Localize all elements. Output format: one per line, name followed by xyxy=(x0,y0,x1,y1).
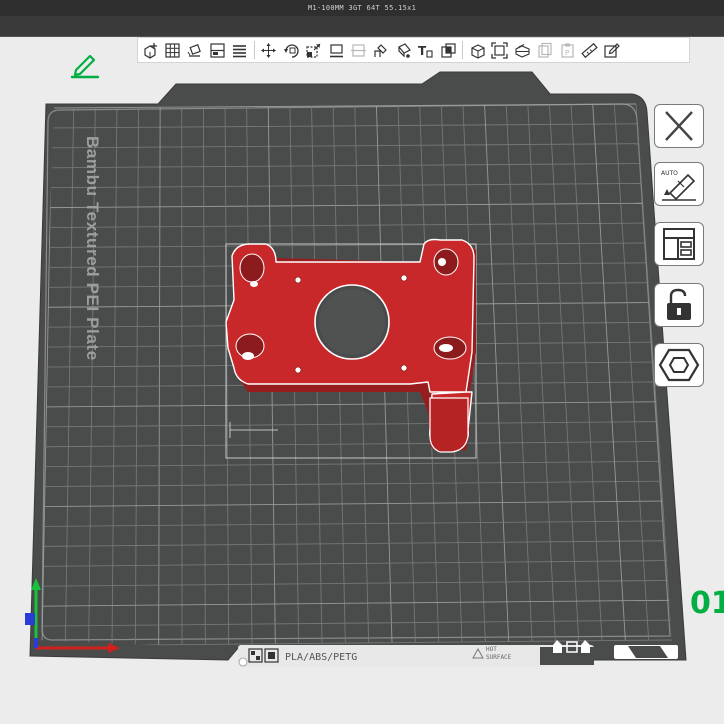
unlock-icon xyxy=(667,288,691,320)
filament-compat-label: PLA/ABS/PETG xyxy=(285,652,357,663)
hexagon-settings-icon xyxy=(658,348,700,382)
plate-side-toolbar: AUTO xyxy=(654,102,710,387)
plate-settings-button[interactable] xyxy=(654,343,704,387)
plate-name-label: Bambu Textured PEI Plate xyxy=(83,136,102,361)
auto-orient-button[interactable]: AUTO xyxy=(654,162,704,206)
arrange-button[interactable] xyxy=(654,222,704,266)
auto-orient-icon: AUTO xyxy=(661,170,696,201)
hot-surface-label-1: HOT xyxy=(486,646,497,653)
delete-plate-button[interactable] xyxy=(654,104,704,148)
close-icon xyxy=(665,111,693,141)
hot-surface-label-2: SURFACE xyxy=(486,654,512,661)
svg-text:AUTO: AUTO xyxy=(661,170,678,177)
plate-index-label: 01 xyxy=(690,586,724,621)
arrange-icon xyxy=(663,228,695,260)
3d-viewport[interactable]: Bambu Textured PEI Plate PLA/ABS/PETG HO… xyxy=(0,0,724,724)
lock-plate-button[interactable] xyxy=(654,283,704,327)
